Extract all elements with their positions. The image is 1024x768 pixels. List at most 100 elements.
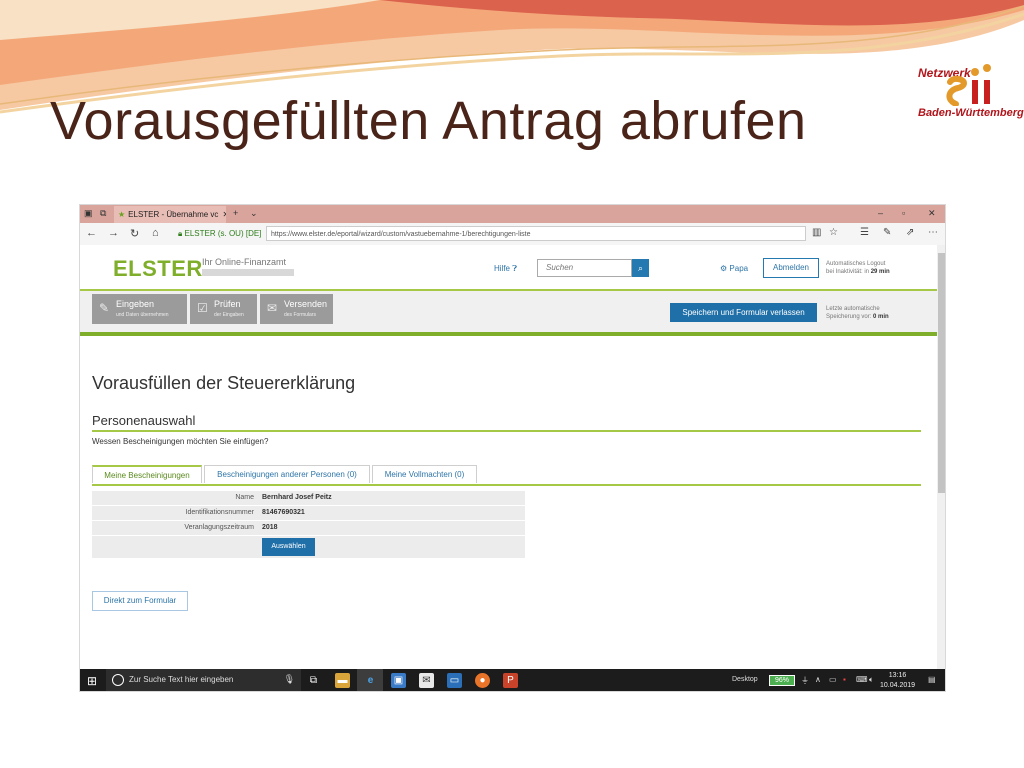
step-versenden[interactable]: ✉ Versenden des Formulars (260, 294, 333, 324)
firefox-icon[interactable]: ● (475, 673, 490, 688)
tab-vollmachten[interactable]: Meine Vollmachten (0) (372, 465, 477, 483)
select-button[interactable]: Auswählen (262, 538, 315, 556)
tab-preview-icon[interactable]: ⧉ (100, 208, 106, 219)
favorites-hub-icon[interactable]: ☰ (860, 227, 869, 238)
tagline-underline (202, 269, 294, 276)
user-settings-link[interactable]: ⚙ Papa (720, 264, 748, 273)
logo-emblem-icon (946, 64, 991, 106)
windows-taskbar: ⊞ Zur Suche Text hier eingeben 🎙︎ ⧉ ▬ e … (80, 669, 945, 691)
forward-icon[interactable]: → (108, 227, 119, 239)
powerpoint-icon[interactable]: P (503, 673, 518, 688)
store-icon[interactable]: ▣ (391, 673, 406, 688)
elster-header: ELSTER Ihr Online-Finanzamt Hilfe ❓︎ Suc… (80, 245, 937, 291)
browser-tab-title: ELSTER - Übernahme vc (128, 210, 219, 219)
mail-icon[interactable]: ✉ (419, 673, 434, 688)
browser-tab-bar: ▣ ⧉ ★ELSTER - Übernahme vc✕ + ⌄ – ▫ ✕ (80, 205, 945, 223)
window-close-icon[interactable]: ✕ (928, 208, 936, 219)
detail-row: Veranlagungszeitraum 2018 (92, 521, 525, 535)
step-eingeben[interactable]: ✎ Eingeben und Daten übernehmen (92, 294, 187, 324)
netzwerk-logo: Netzwerk Baden-Württemberg (912, 60, 1024, 124)
task-view-icon[interactable]: ⧉ (306, 673, 321, 688)
step-subtitle: und Daten übernehmen (116, 312, 169, 318)
autosave-line1: Letzte automatische (826, 306, 880, 312)
clock-time: 13:16 (888, 672, 907, 679)
search-icon[interactable]: ⌕ (632, 259, 649, 277)
autosave-info: Letzte automatische Speicherung vor: 0 mi… (826, 305, 889, 321)
lock-icon: 🔒︎ (178, 229, 183, 238)
browser-screenshot: ▣ ⧉ ★ELSTER - Übernahme vc✕ + ⌄ – ▫ ✕ ← … (79, 204, 946, 692)
desktop-label[interactable]: Desktop (732, 676, 758, 683)
favicon-star-icon: ★ (118, 210, 126, 219)
autosave-prefix: Speicherung vor: (826, 314, 872, 320)
step-title: Versenden (284, 299, 328, 309)
tab-list-chevron-icon[interactable]: ⌄ (250, 208, 258, 219)
taskbar-search[interactable]: Zur Suche Text hier eingeben 🎙︎ (106, 669, 301, 691)
detail-row: Name Bernhard Josef Peitz (92, 491, 525, 505)
auto-logout-time: 29 min (870, 269, 890, 275)
step-pruefen[interactable]: ☑ Prüfen der Eingaben (190, 294, 257, 324)
reading-view-icon[interactable]: ▥ (812, 227, 821, 238)
tab-close-icon[interactable]: ✕ (222, 210, 226, 219)
detail-value: 81467690321 (262, 509, 305, 516)
action-center-icon[interactable]: ▤ (928, 675, 936, 684)
detail-row: Identifikationsnummer 81467690321 (92, 506, 525, 520)
detail-key: Veranlagungszeitraum (184, 524, 254, 531)
check-document-icon: ☑ (197, 301, 208, 315)
notification-status-icon[interactable]: ▪ (843, 675, 846, 684)
back-icon[interactable]: ← (86, 227, 97, 239)
detail-value: 2018 (262, 524, 278, 531)
volume-icon[interactable]: 🔈︎ (869, 675, 874, 685)
share-icon[interactable]: ⇗ (906, 227, 914, 238)
envelope-icon: ✉ (267, 301, 278, 315)
home-icon[interactable]: ⌂ (152, 227, 159, 239)
logout-button[interactable]: Abmelden (763, 258, 819, 278)
page-title: Vorausfüllen der Steuererklärung (92, 373, 356, 393)
notes-pen-icon[interactable]: ✎ (883, 227, 891, 238)
autosave-time: 0 min (873, 314, 889, 320)
elster-brand[interactable]: ELSTER (113, 256, 203, 282)
address-bar-row: ← → ↻ ⌂ 🔒︎ ELSTER (s. OU) [DE] https://w… (80, 223, 945, 246)
auto-logout-prefix: bei Inaktivität: in (826, 269, 870, 275)
maximize-icon[interactable]: ▫ (902, 208, 905, 218)
refresh-icon[interactable]: ↻ (130, 227, 139, 240)
save-and-exit-button[interactable]: Speichern und Formular verlassen (670, 303, 817, 322)
tab-meine-bescheinigungen[interactable]: Meine Bescheinigungen (92, 465, 202, 483)
more-options-icon[interactable]: ⋯ (928, 227, 938, 238)
favorite-star-icon[interactable]: ☆ (829, 227, 838, 238)
system-clock[interactable]: 13:16 10.04.2019 (880, 671, 915, 691)
help-label: Hilfe (494, 264, 511, 273)
edit-chart-icon: ✎ (99, 301, 110, 315)
url-input[interactable]: https://www.elster.de/eportal/wizard/cus… (266, 226, 806, 241)
help-link[interactable]: Hilfe ❓︎ (494, 264, 517, 274)
language-icon[interactable]: ⌨ (856, 675, 868, 684)
slide-title: Vorausgefüllten Antrag abrufen (50, 91, 807, 151)
page-scrollbar-thumb[interactable] (938, 253, 945, 493)
auto-logout-line1: Automatisches Logout (826, 261, 886, 267)
tab-andere-personen[interactable]: Bescheinigungen anderer Personen (0) (204, 465, 370, 483)
search-input[interactable]: Suchen (537, 259, 632, 277)
auto-logout-info: Automatisches Logout bei Inaktivität: in … (826, 260, 890, 276)
battery-indicator[interactable]: 96% (769, 675, 795, 686)
elster-tagline: Ihr Online-Finanzamt (202, 257, 287, 267)
edge-browser-icon[interactable]: e (363, 673, 378, 688)
new-tab-icon[interactable]: + (233, 208, 238, 218)
minimize-icon[interactable]: – (878, 208, 883, 218)
network-icon[interactable]: ▭ (829, 675, 837, 684)
microphone-icon[interactable]: 🎙︎ (284, 674, 295, 685)
tab-actions-icon[interactable]: ▣ (84, 208, 93, 219)
power-plug-icon[interactable]: ⏚ (801, 675, 809, 686)
person-tabs: Meine Bescheinigungen Bescheinigungen an… (92, 465, 921, 485)
windows-start-icon[interactable]: ⊞ (87, 674, 97, 688)
detail-value: Bernhard Josef Peitz (262, 494, 332, 501)
app-window-icon[interactable]: ▭ (447, 673, 462, 688)
step-toolbar: ✎ Eingeben und Daten übernehmen ☑ Prüfen… (80, 291, 937, 336)
file-explorer-icon[interactable]: ▬ (335, 673, 350, 688)
browser-tab-elster[interactable]: ★ELSTER - Übernahme vc✕ (114, 206, 226, 223)
tabs-divider (92, 484, 921, 486)
clock-date: 10.04.2019 (880, 682, 916, 689)
show-hidden-icons-icon[interactable]: ∧ (815, 675, 821, 684)
site-identity[interactable]: 🔒︎ ELSTER (s. OU) [DE] (178, 227, 262, 241)
site-identity-label: ELSTER (s. OU) [DE] (184, 229, 262, 238)
logo-text-region: Baden-Württemberg (918, 107, 1024, 119)
direct-to-form-button[interactable]: Direkt zum Formular (92, 591, 188, 611)
